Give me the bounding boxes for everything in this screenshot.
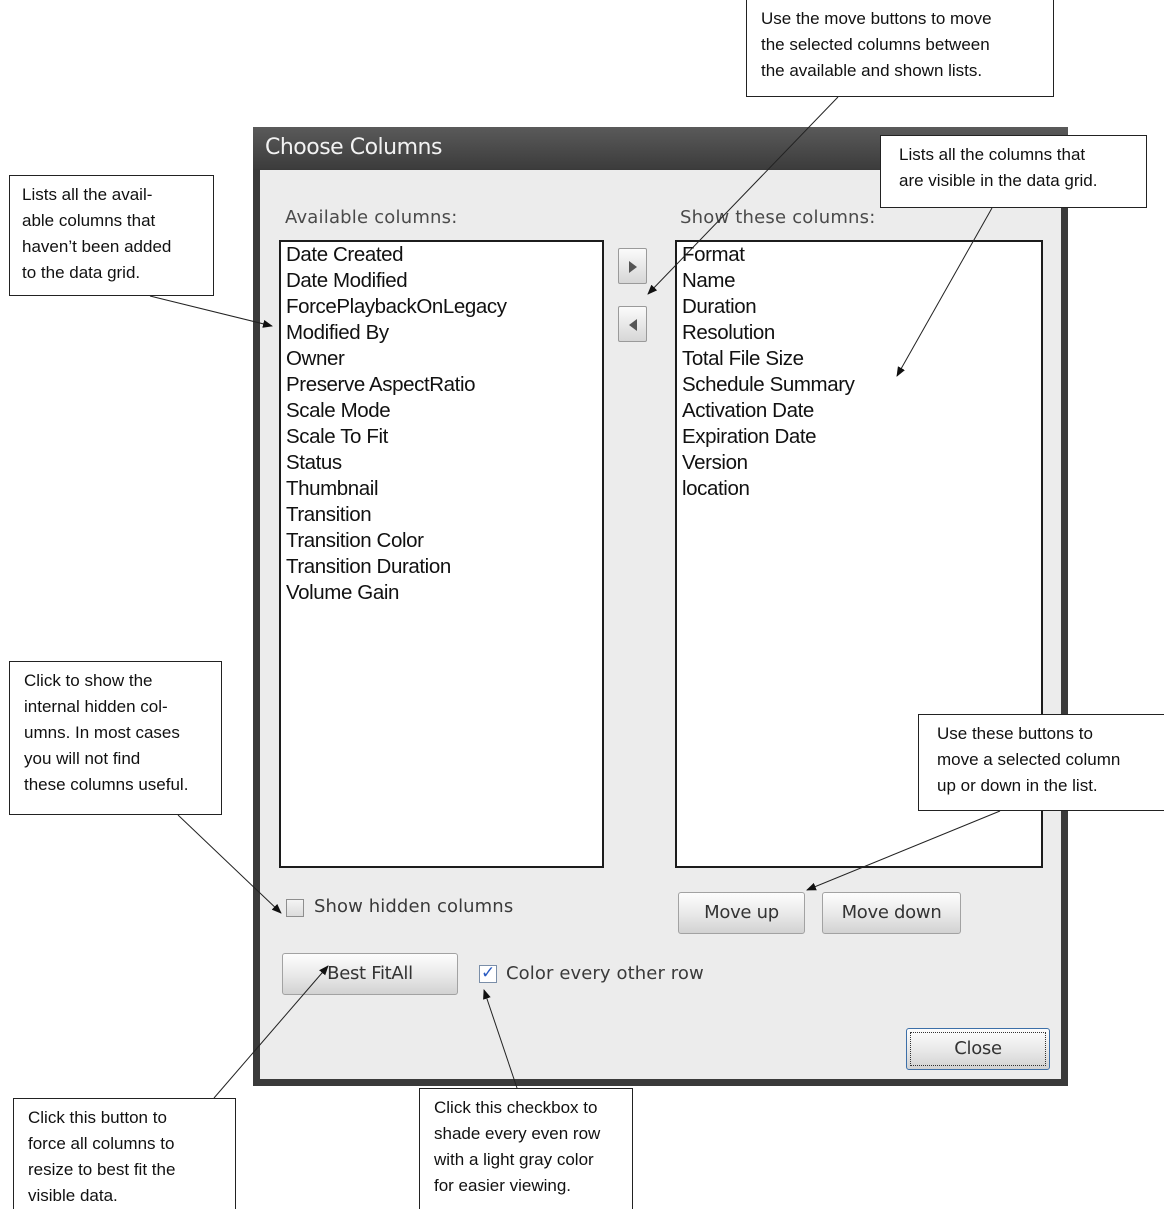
callout-line: haven’t been added <box>22 237 172 256</box>
callout-line: Click this button to <box>28 1108 167 1127</box>
callout-best-fit: Click this button to force all columns t… <box>13 1098 236 1209</box>
available-column-item[interactable]: Transition Duration <box>281 554 602 580</box>
best-fit-all-button[interactable]: Best FitAll <box>282 953 458 995</box>
move-up-button[interactable]: Move up <box>678 892 805 934</box>
shown-column-item[interactable]: Resolution <box>677 320 1041 346</box>
show-hidden-label[interactable]: Show hidden columns <box>314 896 513 917</box>
callout-line: with a light gray color <box>434 1150 594 1169</box>
callout-shown-list: Lists all the columns that are visible i… <box>880 135 1147 208</box>
available-column-item[interactable]: Transition Color <box>281 528 602 554</box>
callout-line: are visible in the data grid. <box>899 171 1098 190</box>
callout-line: up or down in the list. <box>937 776 1098 795</box>
callout-color-rows: Click this checkbox to shade every even … <box>419 1088 633 1209</box>
callout-line: the selected columns between <box>761 35 990 54</box>
callout-move-buttons: Use the move buttons to move the selecte… <box>746 0 1054 97</box>
callout-line: Lists all the columns that <box>899 145 1086 164</box>
shown-column-item[interactable]: Expiration Date <box>677 424 1041 450</box>
available-column-item[interactable]: Transition <box>281 502 602 528</box>
callout-line: you will not find <box>24 749 141 768</box>
move-down-button[interactable]: Move down <box>822 892 961 934</box>
shown-column-item[interactable]: Duration <box>677 294 1041 320</box>
available-columns-items: Date Created Date Modified ForcePlaybackOn… <box>281 242 602 606</box>
arrow-left-icon <box>629 319 637 331</box>
callout-line: move a selected column <box>937 750 1121 769</box>
available-column-item[interactable]: Date Created <box>281 242 602 268</box>
available-column-item[interactable]: Volume Gain <box>281 580 602 606</box>
shown-column-item[interactable]: Format <box>677 242 1041 268</box>
callout-line: shade every even row <box>434 1124 601 1143</box>
checkmark-icon: ✓ <box>481 963 496 983</box>
callout-line: these columns useful. <box>24 775 189 794</box>
available-column-item[interactable]: Owner <box>281 346 602 372</box>
move-up-label: Move up <box>704 902 779 923</box>
shown-column-item[interactable]: Activation Date <box>677 398 1041 424</box>
callout-line: umns. In most cases <box>24 723 180 742</box>
callout-line: force all columns to <box>28 1134 175 1153</box>
callout-available-list: Lists all the avail- able columns that h… <box>9 175 214 296</box>
shown-column-item[interactable]: Name <box>677 268 1041 294</box>
callout-line: visible data. <box>28 1186 118 1205</box>
callout-line: for easier viewing. <box>434 1176 572 1195</box>
available-column-item[interactable]: ForcePlaybackOnLegacy <box>281 294 602 320</box>
choose-columns-dialog: Choose Columns Available columns: Show t… <box>253 127 1068 1086</box>
close-button[interactable]: Close <box>906 1028 1050 1070</box>
show-hidden-checkbox[interactable] <box>286 899 304 917</box>
callout-line: Use the move buttons to move <box>761 9 992 28</box>
callout-line: internal hidden col- <box>24 697 168 716</box>
available-columns-label: Available columns: <box>285 207 458 228</box>
best-fit-all-label: Best FitAll <box>327 963 413 984</box>
available-column-item[interactable]: Date Modified <box>281 268 602 294</box>
available-column-item[interactable]: Preserve AspectRatio <box>281 372 602 398</box>
shown-columns-label: Show these columns: <box>680 207 876 228</box>
dialog-title: Choose Columns <box>265 135 442 160</box>
callout-line: resize to best fit the <box>28 1160 176 1179</box>
callout-up-down: Use these buttons to move a selected col… <box>918 714 1164 811</box>
shown-columns-items: Format Name Duration Resolution Total File S… <box>677 242 1041 502</box>
callout-line: Use these buttons to <box>937 724 1093 743</box>
callout-line: able columns that <box>22 211 156 230</box>
callout-line: the available and shown lists. <box>761 61 983 80</box>
available-column-item[interactable]: Modified By <box>281 320 602 346</box>
color-rows-checkbox[interactable]: ✓ <box>479 963 497 983</box>
move-left-button[interactable] <box>618 306 647 342</box>
color-rows-label[interactable]: Color every other row <box>506 963 704 984</box>
dialog-body: Available columns: Show these columns: D… <box>260 170 1061 1079</box>
move-right-button[interactable] <box>618 248 647 284</box>
callout-line: Click this checkbox to <box>434 1098 598 1117</box>
callout-hidden-columns: Click to show the internal hidden col- u… <box>9 661 222 815</box>
shown-column-item[interactable]: Total File Size <box>677 346 1041 372</box>
shown-column-item[interactable]: Version <box>677 450 1041 476</box>
available-columns-list[interactable]: Date Created Date Modified ForcePlaybackOn… <box>279 240 604 868</box>
shown-column-item[interactable]: Schedule Summary <box>677 372 1041 398</box>
available-column-item[interactable]: Thumbnail <box>281 476 602 502</box>
available-column-item[interactable]: Scale To Fit <box>281 424 602 450</box>
callout-line: Lists all the avail- <box>22 185 153 204</box>
focus-rectangle <box>910 1032 1046 1066</box>
move-down-label: Move down <box>841 902 942 923</box>
arrow-right-icon <box>629 261 637 273</box>
available-column-item[interactable]: Scale Mode <box>281 398 602 424</box>
callout-line: Click to show the <box>24 671 153 690</box>
available-column-item[interactable]: Status <box>281 450 602 476</box>
callout-line: to the data grid. <box>22 263 141 282</box>
shown-column-item[interactable]: location <box>677 476 1041 502</box>
